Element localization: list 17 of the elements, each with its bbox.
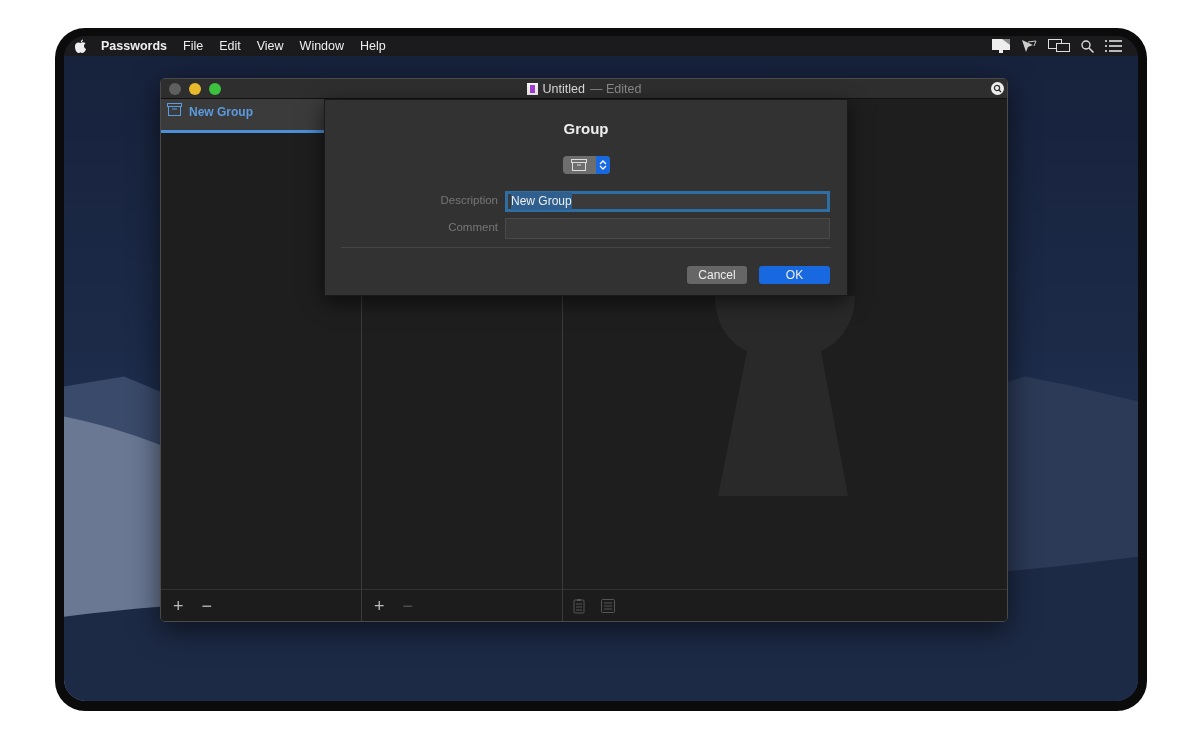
menu-item[interactable]: Window <box>291 36 353 56</box>
field-label: Description <box>439 193 498 209</box>
app-menu[interactable]: Passwords <box>93 36 175 56</box>
menu-item[interactable]: View <box>248 36 292 56</box>
edited-status: — Edited <box>590 80 642 98</box>
dialog-title: Group <box>563 119 609 139</box>
window-title: Untitled <box>542 80 585 98</box>
add-button[interactable]: + <box>171 596 186 615</box>
add-button[interactable]: + <box>372 596 387 615</box>
ok-button[interactable]: OK <box>759 265 830 284</box>
cancel-button[interactable]: Cancel <box>687 265 747 284</box>
menu-item[interactable]: File <box>175 36 212 56</box>
menu-item[interactable]: Edit <box>211 36 249 56</box>
remove-button[interactable]: − <box>199 596 215 615</box>
field-label: Comment <box>447 220 498 236</box>
input-field[interactable]: New Group <box>505 190 830 212</box>
menu-item[interactable]: Help <box>352 36 394 56</box>
